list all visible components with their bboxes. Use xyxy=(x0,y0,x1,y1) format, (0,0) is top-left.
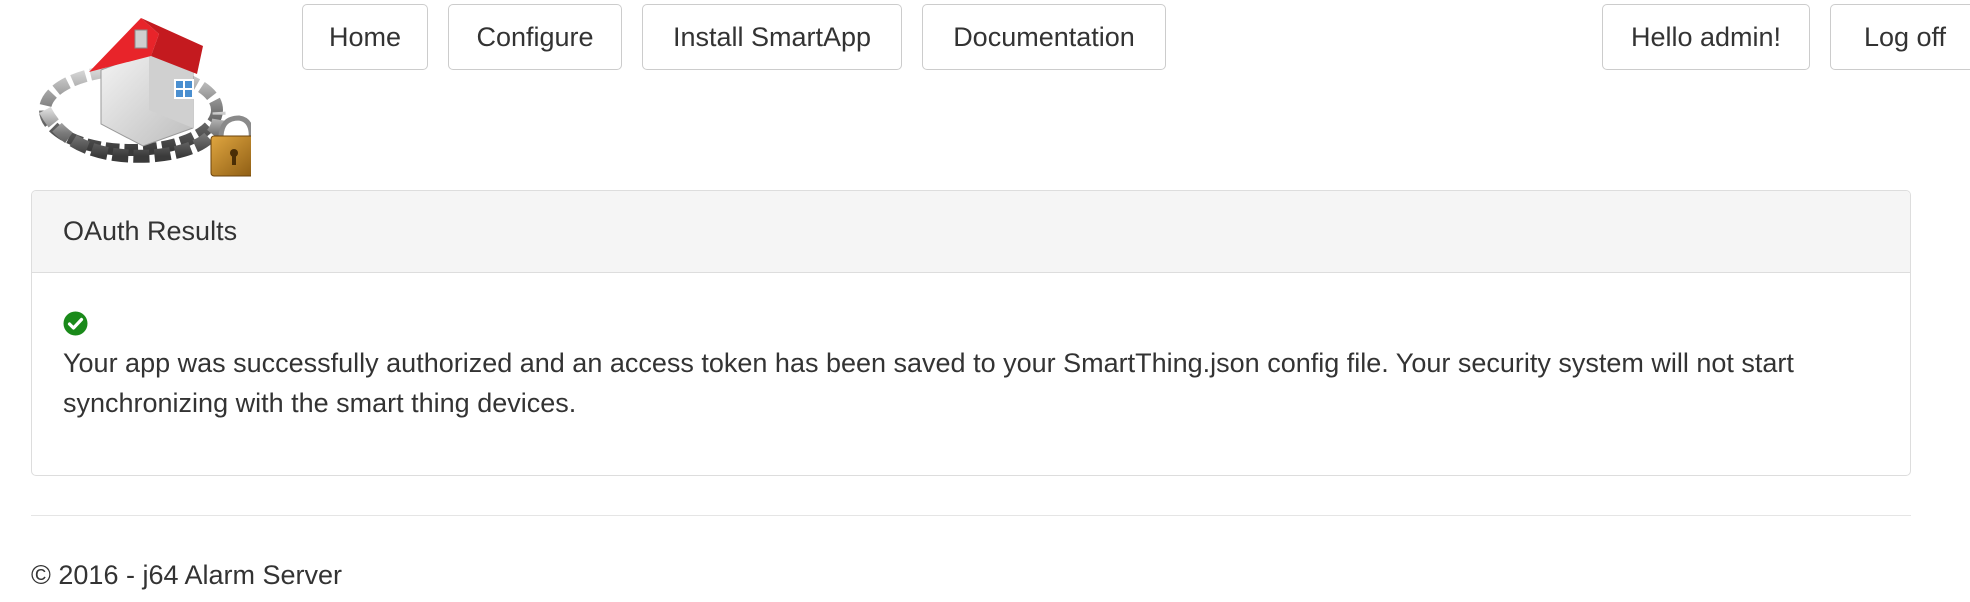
install-smartapp-button[interactable]: Install SmartApp xyxy=(642,4,902,70)
home-button[interactable]: Home xyxy=(302,4,428,70)
documentation-button[interactable]: Documentation xyxy=(922,4,1166,70)
house-chain-padlock-icon[interactable] xyxy=(31,0,258,180)
panel-heading: OAuth Results xyxy=(32,191,1910,273)
footer-copyright: © 2016 - j64 Alarm Server xyxy=(31,560,343,590)
page: Home Configure Install SmartApp Document… xyxy=(0,0,1970,602)
user-greeting-button[interactable]: Hello admin! xyxy=(1602,4,1810,70)
panel-title: OAuth Results xyxy=(63,216,238,246)
footer-divider xyxy=(31,515,1911,516)
oauth-results-panel: OAuth Results Your app was successfully … xyxy=(31,190,1911,476)
configure-button[interactable]: Configure xyxy=(448,4,622,70)
check-circle-icon xyxy=(63,311,88,336)
log-off-button[interactable]: Log off xyxy=(1830,4,1970,70)
success-message: Your app was successfully authorized and… xyxy=(63,348,1794,418)
